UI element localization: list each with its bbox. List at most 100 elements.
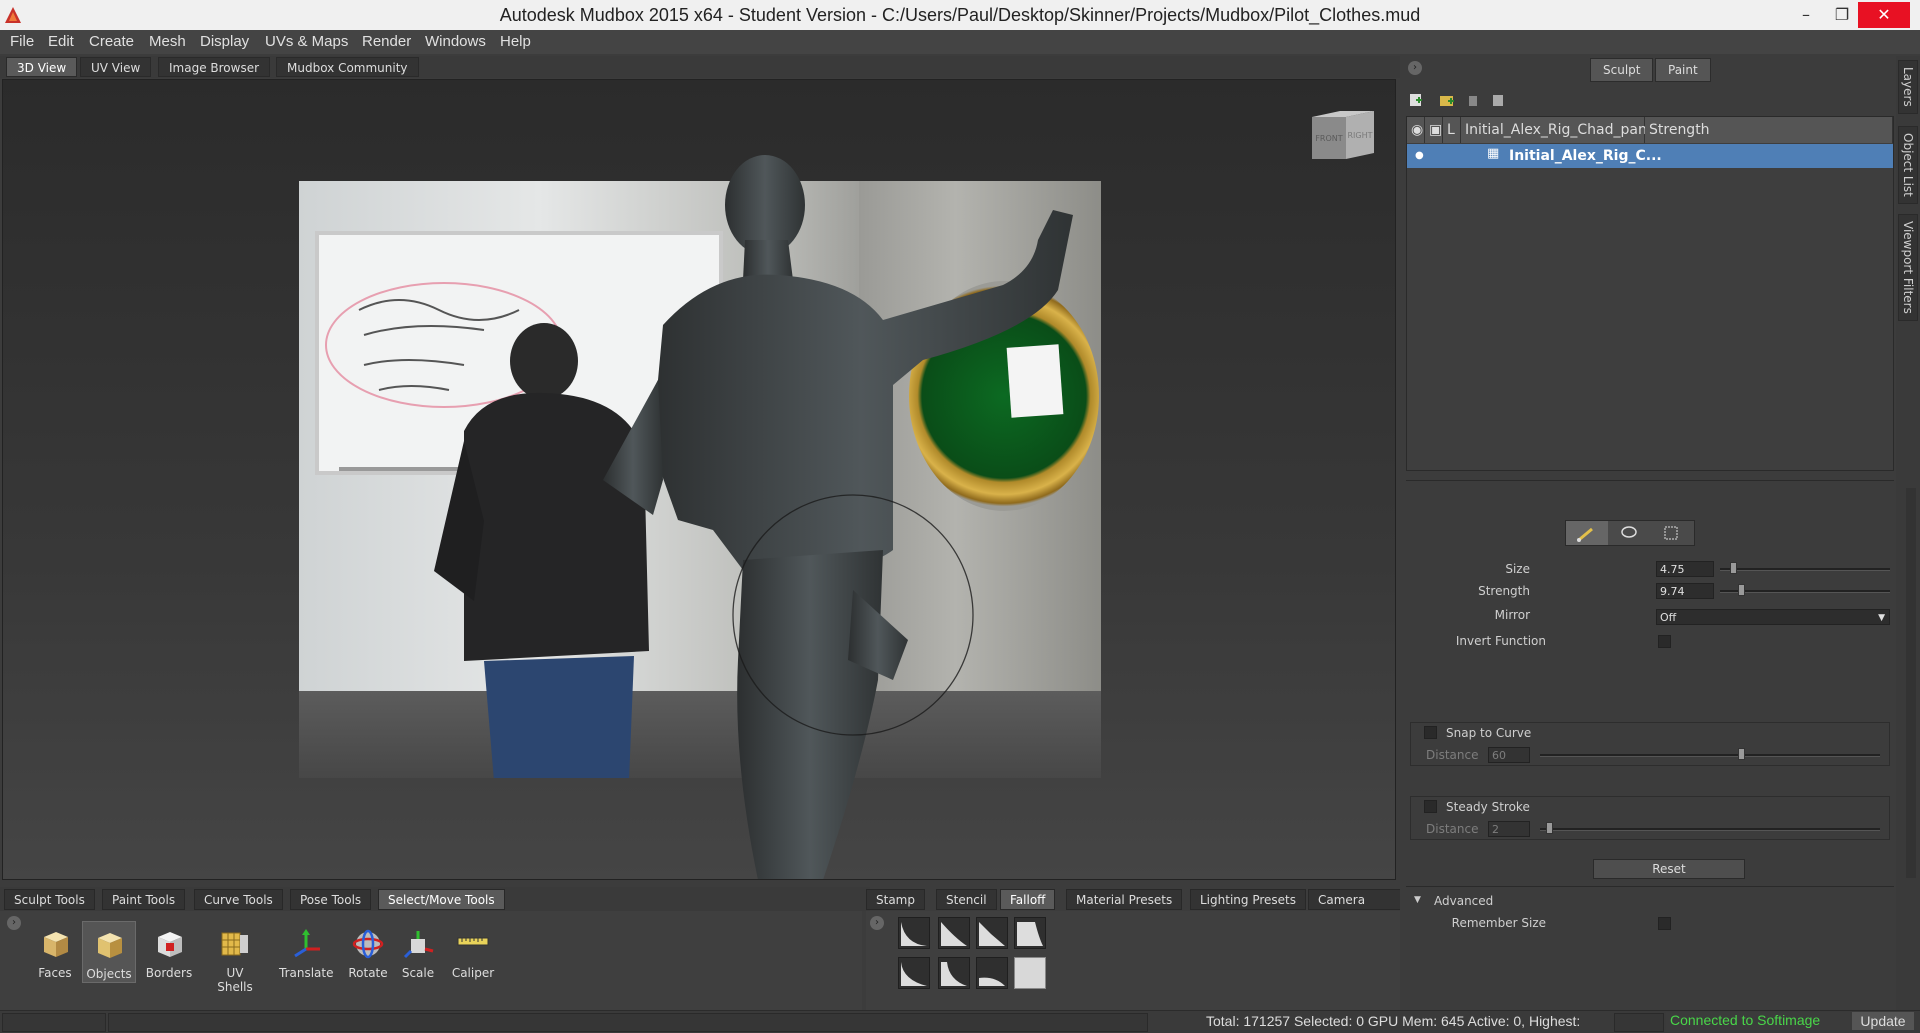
falloff-tray-toggle-icon[interactable]: › <box>870 916 884 930</box>
steady-stroke-label: Steady Stroke <box>1446 800 1530 814</box>
steady-stroke-checkbox[interactable] <box>1424 800 1437 813</box>
panel-scrollbar[interactable] <box>1906 488 1916 878</box>
invert-function-checkbox[interactable] <box>1658 635 1671 648</box>
snap-to-curve-checkbox[interactable] <box>1424 726 1437 739</box>
snap-distance-handle[interactable] <box>1738 748 1745 760</box>
layer-visible-dot-icon[interactable]: ● <box>1415 144 1424 168</box>
size-slider[interactable] <box>1720 568 1890 571</box>
tab-sculpt-tools[interactable]: Sculpt Tools <box>4 889 95 910</box>
lock-icon[interactable]: ▣ <box>1425 117 1443 143</box>
strength-slider-handle[interactable] <box>1738 584 1745 596</box>
invert-function-label: Invert Function <box>1455 634 1546 648</box>
tool-rotate[interactable]: Rotate <box>341 921 395 983</box>
falloff-preset-6[interactable] <box>938 957 970 989</box>
menu-create[interactable]: Create <box>89 33 134 50</box>
delete-layer-icon[interactable] <box>1469 96 1477 106</box>
size-input[interactable]: 4.75 <box>1656 561 1714 577</box>
tool-scale[interactable]: Scale <box>391 921 445 983</box>
tab-camera-bookmarks[interactable]: Camera Bookmarks <box>1308 889 1406 928</box>
3d-viewport[interactable]: FRONT RIGHT <box>2 79 1396 880</box>
menu-display[interactable]: Display <box>200 33 249 50</box>
tab-lighting-presets[interactable]: Lighting Presets <box>1190 889 1306 910</box>
menu-edit[interactable]: Edit <box>48 33 74 50</box>
reset-button[interactable]: Reset <box>1593 859 1745 879</box>
tab-paint-tools[interactable]: Paint Tools <box>102 889 186 910</box>
tray-toggle-icon[interactable]: › <box>7 916 21 930</box>
tab-pose-tools[interactable]: Pose Tools <box>290 889 372 910</box>
view-cube[interactable]: FRONT RIGHT <box>1310 107 1376 161</box>
layer-row-name: Initial_Alex_Rig_C... <box>1509 148 1662 164</box>
menu-render[interactable]: Render <box>362 33 411 50</box>
snap-distance-slider[interactable] <box>1540 754 1880 757</box>
borders-icon <box>158 932 182 957</box>
tool-borders-label: Borders <box>145 966 193 980</box>
mirror-select[interactable]: Off ▼ <box>1656 609 1890 625</box>
layer-strength-header[interactable]: Strength <box>1645 117 1893 143</box>
strength-slider[interactable] <box>1720 590 1890 593</box>
falloff-preset-1[interactable] <box>898 917 930 949</box>
tab-image-browser[interactable]: Image Browser <box>158 57 271 77</box>
tool-uv-shells[interactable]: UV Shells <box>208 921 262 994</box>
tab-material-presets[interactable]: Material Presets <box>1066 889 1183 910</box>
tool-scale-label: Scale <box>401 966 435 980</box>
falloff-preset-3[interactable] <box>976 917 1008 949</box>
layer-row[interactable]: ● ▦ Initial_Alex_Rig_C... <box>1407 144 1893 168</box>
tab-mudbox-community[interactable]: Mudbox Community <box>276 57 419 77</box>
merge-layer-icon[interactable] <box>1493 95 1503 106</box>
menu-uvs-maps[interactable]: UVs & Maps <box>265 33 348 50</box>
steady-distance-slider[interactable] <box>1540 828 1880 831</box>
falloff-preset-7[interactable] <box>976 957 1008 989</box>
remember-size-checkbox[interactable] <box>1658 917 1671 930</box>
tab-uv-view[interactable]: UV View <box>80 57 152 77</box>
new-layer-icon[interactable] <box>1410 94 1422 106</box>
chevron-down-icon: ▼ <box>1878 613 1885 623</box>
menu-windows[interactable]: Windows <box>425 33 486 50</box>
tool-translate[interactable]: Translate <box>279 921 334 983</box>
falloff-preset-2[interactable] <box>938 917 970 949</box>
new-folder-icon[interactable] <box>1440 96 1454 106</box>
tab-falloff[interactable]: Falloff <box>1000 889 1056 910</box>
side-tab-object-list[interactable]: Object List <box>1898 126 1918 204</box>
tool-faces-label: Faces <box>38 966 72 980</box>
tab-select-move-tools[interactable]: Select/Move Tools <box>378 889 505 910</box>
layer-name-header[interactable]: Initial_Alex_Rig_Chad_pan <box>1461 117 1647 143</box>
menu-mesh[interactable]: Mesh <box>149 33 186 50</box>
brush-stroke-icon[interactable] <box>1566 521 1608 545</box>
paint-button[interactable]: Paint <box>1655 58 1711 82</box>
advanced-expand-icon[interactable]: ▼ <box>1414 895 1421 905</box>
falloff-preset-8[interactable] <box>1014 957 1046 989</box>
menu-file[interactable]: File <box>10 33 34 50</box>
falloff-preset-5[interactable] <box>898 957 930 989</box>
rectangle-select-icon[interactable] <box>1650 521 1692 545</box>
falloff-preset-4[interactable] <box>1014 917 1046 949</box>
visibility-eye-icon[interactable]: ◉ <box>1407 117 1425 143</box>
tab-curve-tools[interactable]: Curve Tools <box>194 889 283 910</box>
tool-borders[interactable]: Borders <box>142 921 196 983</box>
status-field-2 <box>108 1013 1148 1032</box>
steady-distance-input[interactable]: 2 <box>1488 821 1530 837</box>
snap-distance-input[interactable]: 60 <box>1488 747 1530 763</box>
size-slider-handle[interactable] <box>1730 562 1737 574</box>
translate-icon <box>294 929 320 958</box>
sculpt-button[interactable]: Sculpt <box>1590 58 1654 82</box>
tab-stencil[interactable]: Stencil <box>936 889 997 910</box>
tab-3d-view[interactable]: 3D View <box>6 57 78 77</box>
strength-input[interactable]: 9.74 <box>1656 583 1714 599</box>
steady-distance-label: Distance <box>1426 822 1479 836</box>
lasso-icon[interactable] <box>1608 521 1650 545</box>
side-tab-viewport-filters[interactable]: Viewport Filters <box>1898 214 1918 321</box>
update-button[interactable]: Update <box>1852 1012 1914 1030</box>
tab-stamp[interactable]: Stamp <box>866 889 925 910</box>
faces-icon <box>44 932 68 957</box>
tool-objects[interactable]: Objects <box>82 921 136 983</box>
close-button[interactable]: ✕ <box>1858 2 1910 28</box>
status-stats: Total: 171257 Selected: 0 GPU Mem: 645 A… <box>1206 1013 1581 1029</box>
side-tab-layers[interactable]: Layers <box>1898 60 1918 114</box>
steady-distance-handle[interactable] <box>1546 822 1553 834</box>
panel-collapse-icon[interactable]: › <box>1408 61 1422 75</box>
layer-list[interactable]: ◉ ▣ L Initial_Alex_Rig_Chad_pan Strength… <box>1406 116 1894 471</box>
menu-help[interactable]: Help <box>500 33 531 50</box>
tool-caliper[interactable]: Caliper <box>446 921 500 983</box>
tool-faces[interactable]: Faces <box>28 921 82 983</box>
advanced-label[interactable]: Advanced <box>1434 894 1493 908</box>
